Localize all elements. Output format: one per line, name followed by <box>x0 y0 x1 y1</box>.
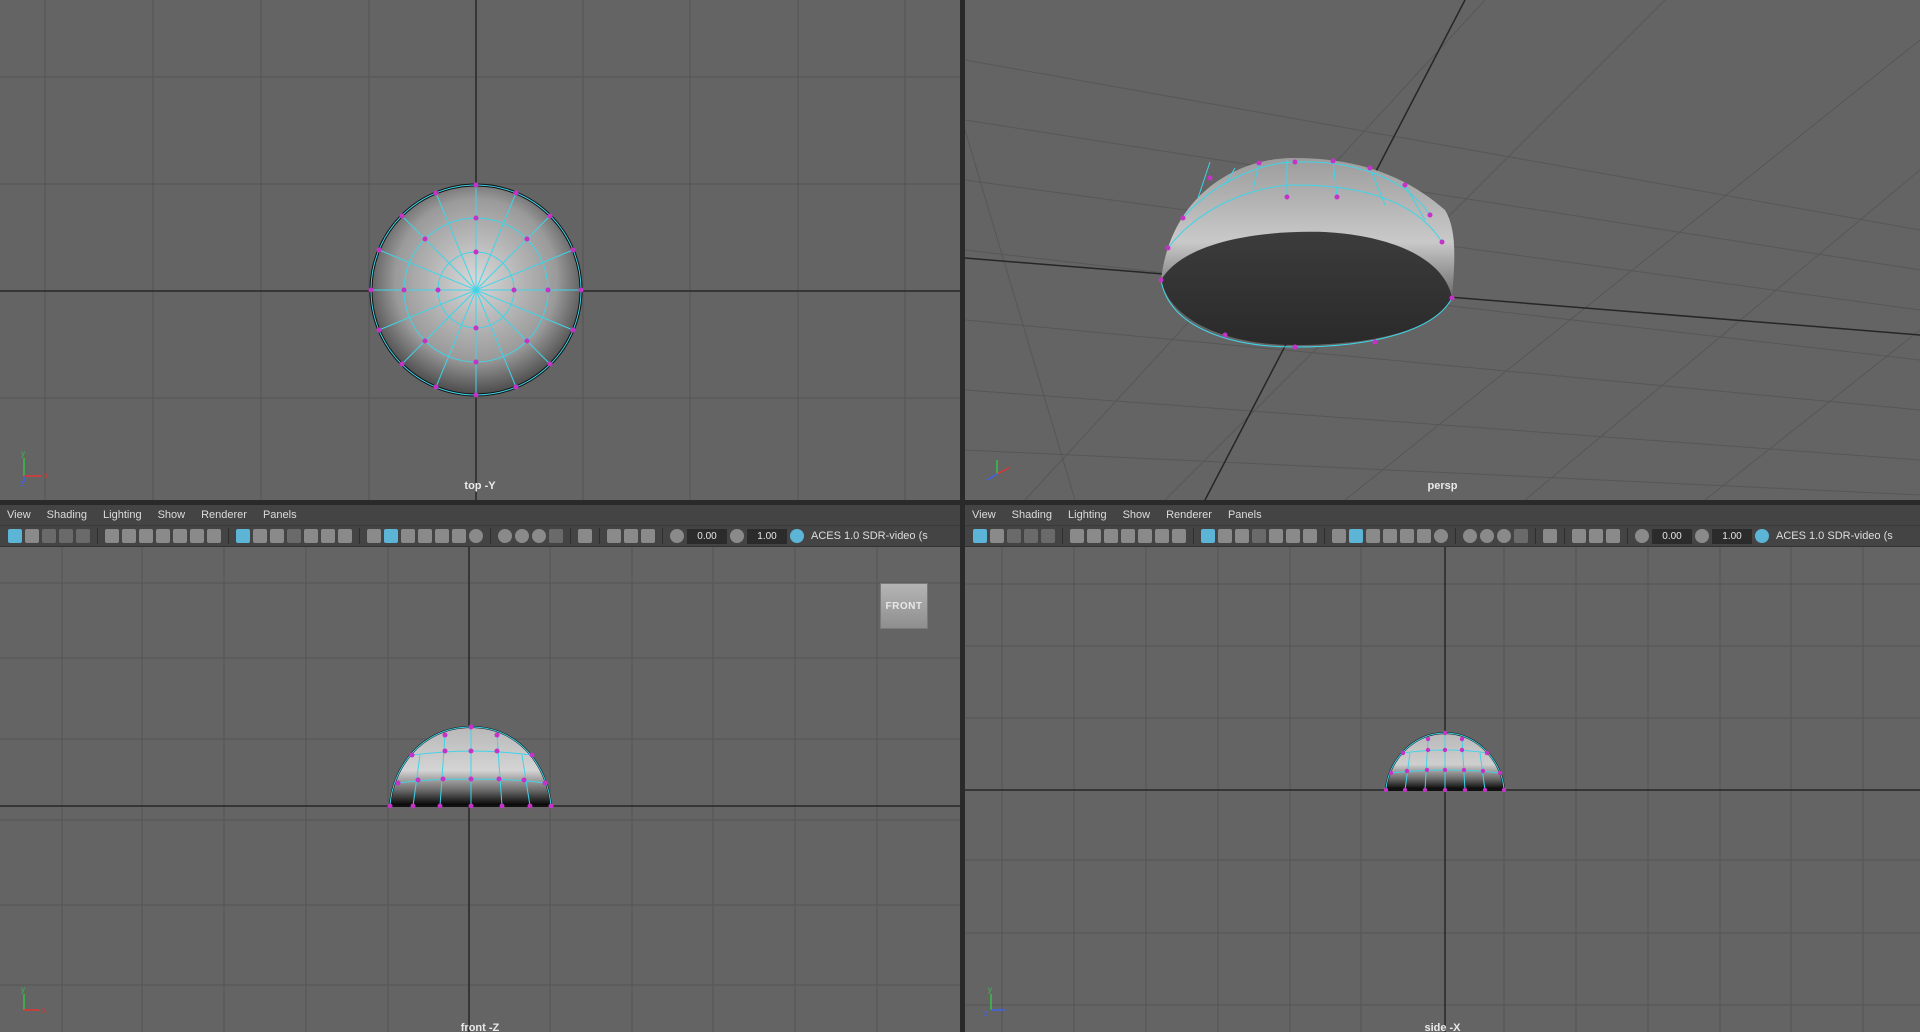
top-view-scene <box>0 0 960 500</box>
axis-x-label: x <box>42 1006 46 1015</box>
viewport-front[interactable]: View Shading Lighting Show Renderer Pane… <box>0 505 960 1032</box>
viewcube-front[interactable]: FRONT <box>880 583 928 629</box>
axis-z-label: z <box>20 479 24 486</box>
axis-y-label: y <box>988 985 992 994</box>
axis-gizmo-icon: y x <box>21 985 46 1015</box>
viewport-side[interactable]: View Shading Lighting Show Renderer Pane… <box>965 505 1920 1032</box>
axis-z-label: z <box>984 1009 988 1018</box>
viewport-persp[interactable]: persp <box>965 0 1920 500</box>
axis-gizmo-icon: y x z <box>20 449 48 486</box>
axis-y-label: y <box>21 449 25 458</box>
axis-gizmo-icon: y z <box>984 985 1005 1018</box>
axis-x-label: x <box>44 471 48 480</box>
front-view-scene <box>0 547 960 1032</box>
side-view-scene <box>965 547 1920 1032</box>
axis-gizmo-icon <box>986 460 1010 481</box>
persp-view-scene <box>965 0 1920 500</box>
viewport-top[interactable]: y x z top -Y <box>0 0 960 500</box>
axis-y-label: y <box>21 985 25 994</box>
